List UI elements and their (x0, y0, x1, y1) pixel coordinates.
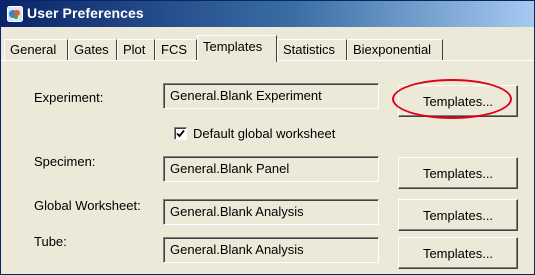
active-tab-gap (198, 60, 276, 61)
specimen-label: Specimen: (34, 154, 96, 169)
tab-gates[interactable]: Gates (68, 39, 117, 61)
tab-biexponential[interactable]: Biexponential (347, 39, 443, 61)
global-worksheet-label: Global Worksheet: (34, 198, 141, 213)
app-icon (7, 6, 23, 22)
tab-general[interactable]: General (4, 39, 68, 61)
tab-plot[interactable]: Plot (117, 39, 155, 61)
specimen-field[interactable]: General.Blank Panel (163, 156, 379, 182)
global-worksheet-templates-button[interactable]: Templates... (398, 199, 518, 231)
experiment-label: Experiment: (34, 90, 104, 105)
title-bar[interactable]: User Preferences (1, 1, 534, 27)
experiment-field[interactable]: General.Blank Experiment (163, 83, 379, 109)
checkmark-icon (176, 129, 185, 138)
tab-fcs[interactable]: FCS (155, 39, 197, 61)
user-preferences-window: User Preferences General Gates Plot FCS … (0, 0, 535, 275)
default-global-worksheet-checkbox[interactable] (174, 127, 187, 140)
tab-statistics[interactable]: Statistics (277, 39, 347, 61)
tab-templates[interactable]: Templates (197, 35, 277, 62)
experiment-templates-button[interactable]: Templates... (398, 85, 518, 117)
tube-field[interactable]: General.Blank Analysis (163, 237, 379, 263)
specimen-templates-button[interactable]: Templates... (398, 157, 518, 189)
tube-label: Tube: (34, 234, 67, 249)
global-worksheet-field[interactable]: General.Blank Analysis (163, 199, 379, 225)
default-global-worksheet-label[interactable]: Default global worksheet (193, 126, 335, 141)
tab-strip: General Gates Plot FCS Templates Statist… (1, 35, 534, 62)
window-title: User Preferences (27, 5, 144, 21)
tube-templates-button[interactable]: Templates... (398, 237, 518, 269)
